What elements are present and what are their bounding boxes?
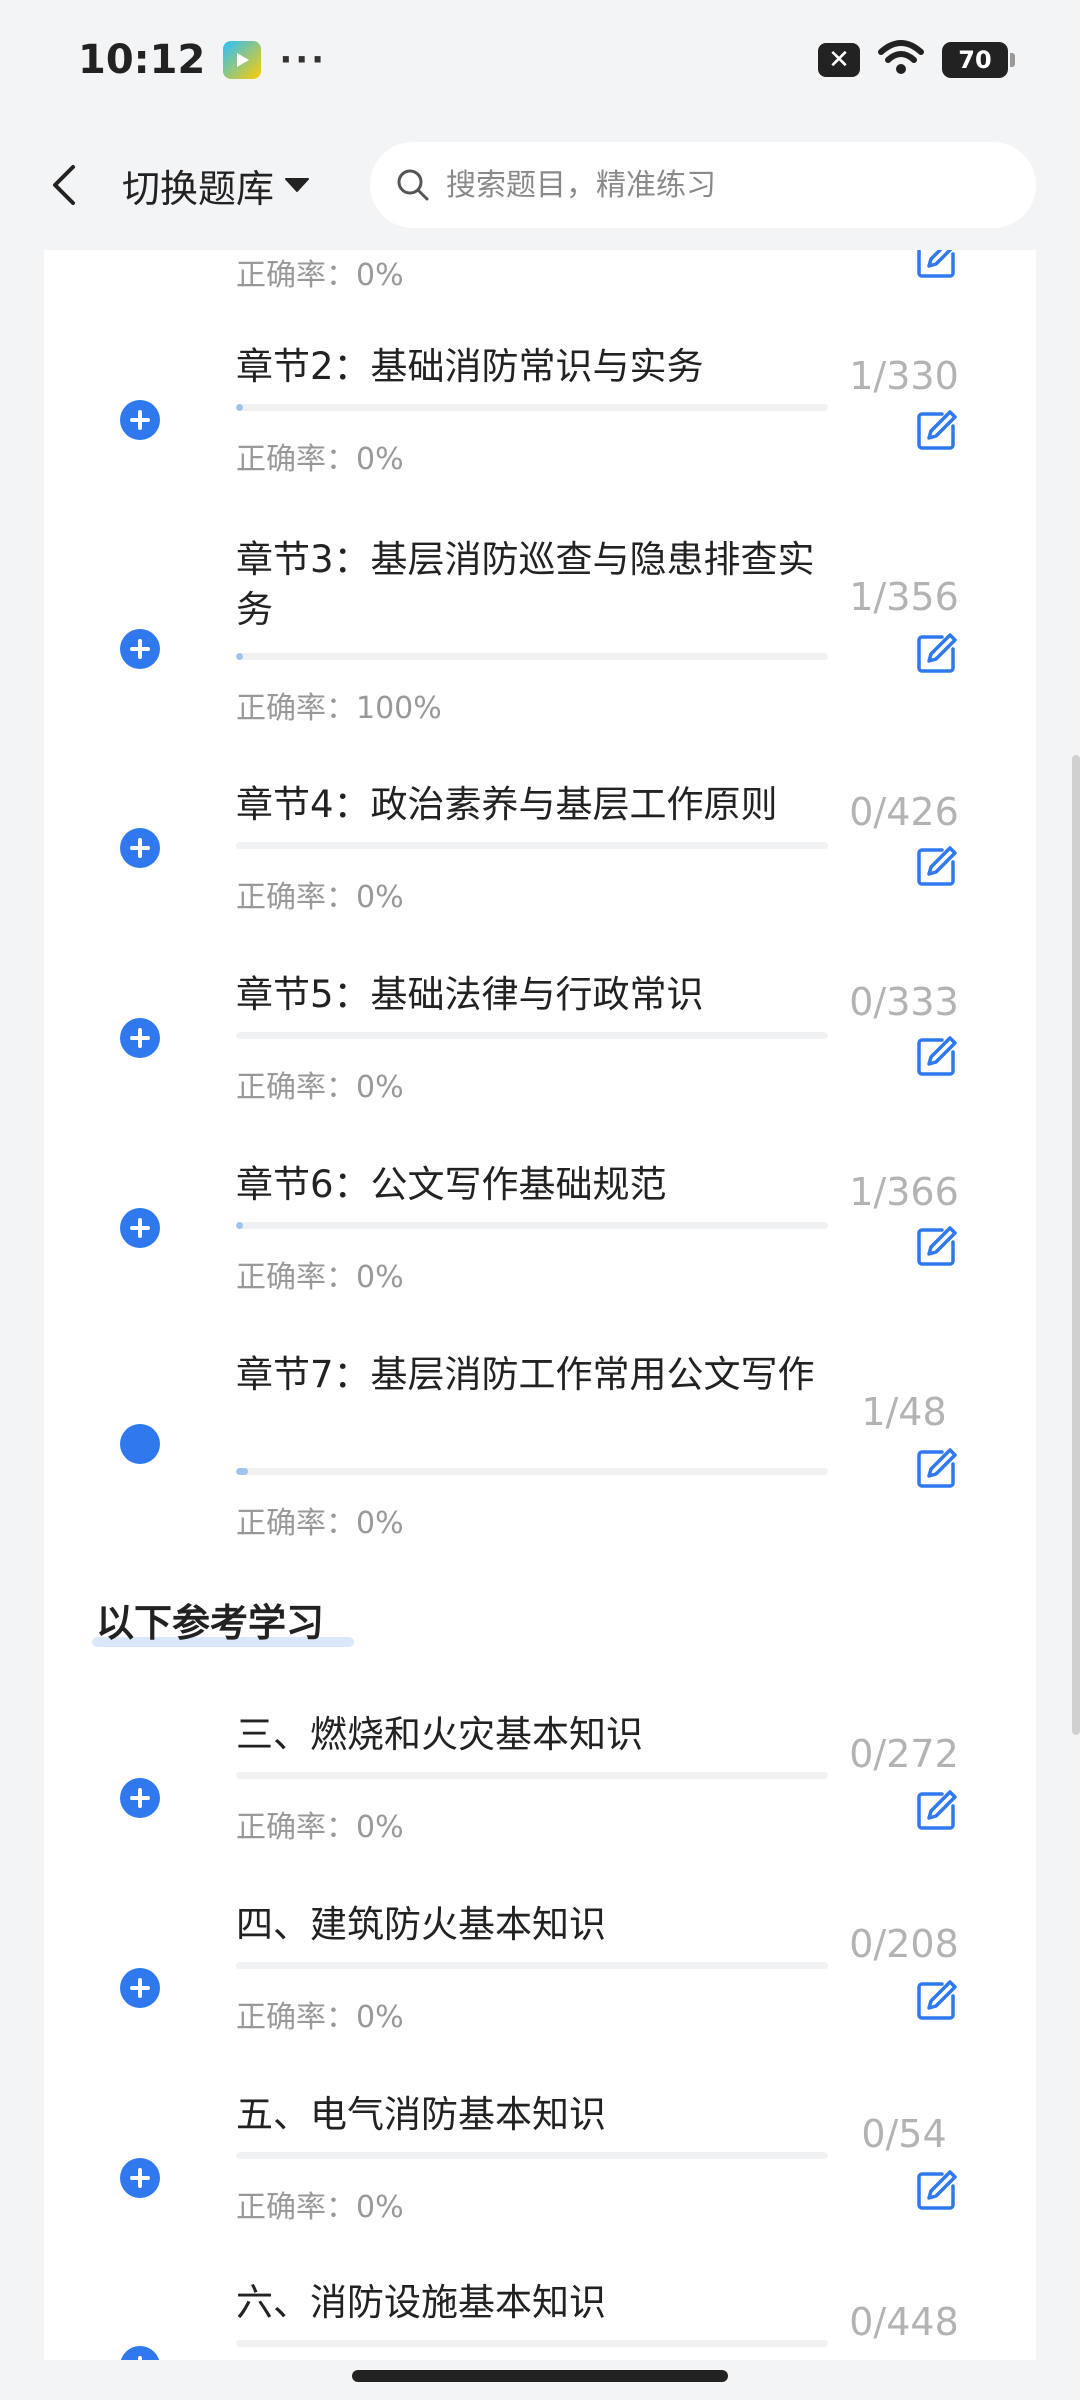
search-input[interactable] bbox=[444, 166, 1008, 204]
chapter-count: 1/48 bbox=[861, 1390, 947, 1434]
chapter-title: 章节5：基础法律与行政常识 bbox=[236, 973, 704, 1016]
more-notifications-icon: ··· bbox=[279, 40, 328, 80]
status-bar: 10:12 ··· ✕ 70 bbox=[0, 0, 1080, 120]
chapter-accuracy: 正确率：0% bbox=[236, 1506, 404, 1541]
chapter-item-7[interactable]: 章节7：基层消防工作常用公文写作 正确率：0% 1/48 bbox=[44, 1350, 1036, 1590]
chapter-item-2[interactable]: 章节2：基础消防常识与实务 正确率：0% 1/330 bbox=[44, 342, 1036, 532]
battery-icon: 70 bbox=[942, 42, 1015, 78]
chapter-accuracy: 正确率：0% bbox=[236, 258, 404, 293]
chapter-count: 0/333 bbox=[849, 980, 959, 1024]
plus-circle-icon[interactable] bbox=[120, 2158, 160, 2198]
chapter-progress-bar bbox=[236, 653, 828, 660]
reference-accuracy: 正确率：0% bbox=[236, 2190, 404, 2225]
section-title: 以下参考学习 bbox=[96, 1601, 325, 1645]
chapter-progress-fill bbox=[236, 653, 244, 660]
plus-circle-icon[interactable] bbox=[120, 2346, 160, 2360]
reference-count: 0/448 bbox=[849, 2300, 959, 2344]
no-sim-icon: ✕ bbox=[818, 43, 860, 77]
edit-icon[interactable] bbox=[914, 1224, 958, 1268]
home-indicator[interactable] bbox=[352, 2370, 728, 2382]
reference-accuracy: 正确率：0% bbox=[236, 1810, 404, 1845]
chapter-item-5[interactable]: 章节5：基础法律与行政常识 正确率：0% 0/333 bbox=[44, 970, 1036, 1160]
plus-circle-icon[interactable] bbox=[120, 400, 160, 440]
reference-item-4[interactable]: 四、建筑防火基本知识 正确率：0% 0/208 bbox=[44, 1900, 1036, 2090]
dot-circle-icon[interactable] bbox=[120, 1424, 160, 1464]
reference-item-3[interactable]: 三、燃烧和火灾基本知识 正确率：0% 0/272 bbox=[44, 1710, 1036, 1900]
chapter-count: 1/356 bbox=[849, 575, 959, 619]
chapter-title: 章节4：政治素养与基层工作原则 bbox=[236, 783, 778, 826]
chapter-item-4[interactable]: 章节4：政治素养与基层工作原则 正确率：0% 0/426 bbox=[44, 780, 1036, 970]
chapter-list-card: 正确率：0% 章节2：基础消防常识与实务 正确率：0% 1/330 章节3：基层… bbox=[44, 250, 1036, 2360]
reference-count: 0/54 bbox=[861, 2112, 947, 2156]
chapter-accuracy: 正确率：100% bbox=[236, 691, 442, 726]
edit-icon[interactable] bbox=[914, 1446, 958, 1490]
back-button[interactable] bbox=[44, 158, 84, 212]
wifi-icon bbox=[878, 40, 924, 80]
scrollbar[interactable] bbox=[1072, 755, 1080, 1735]
reference-item-5[interactable]: 五、电气消防基本知识 正确率：0% 0/54 bbox=[44, 2090, 1036, 2280]
reference-title: 四、建筑防火基本知识 bbox=[236, 1903, 606, 1946]
edit-icon[interactable] bbox=[914, 1788, 958, 1832]
caret-down-icon bbox=[285, 178, 310, 192]
plus-circle-icon[interactable] bbox=[120, 1778, 160, 1818]
edit-icon[interactable] bbox=[914, 1034, 958, 1078]
edit-icon[interactable] bbox=[914, 2168, 958, 2212]
app-header: 切换题库 bbox=[0, 120, 1080, 250]
chapter-progress-bar bbox=[236, 1468, 828, 1475]
edit-icon[interactable] bbox=[914, 250, 958, 280]
chapter-item-3[interactable]: 章节3：基层消防巡查与隐患排查实务 正确率：100% 1/356 bbox=[44, 535, 1036, 775]
chapter-count: 1/330 bbox=[849, 354, 959, 398]
reference-count: 0/208 bbox=[849, 1922, 959, 1966]
status-left: 10:12 ··· bbox=[78, 37, 327, 83]
plus-circle-icon[interactable] bbox=[120, 1018, 160, 1058]
chapter-progress-fill bbox=[236, 404, 244, 411]
chapter-title: 章节6：公文写作基础规范 bbox=[236, 1163, 667, 1206]
status-right: ✕ 70 bbox=[818, 40, 1015, 80]
reference-progress-bar bbox=[236, 2152, 828, 2159]
chapter-item-partial[interactable]: 正确率：0% bbox=[44, 250, 1036, 310]
chevron-left-icon bbox=[53, 165, 75, 205]
reference-title: 六、消防设施基本知识 bbox=[236, 2281, 606, 2324]
edit-icon[interactable] bbox=[914, 1978, 958, 2022]
chapter-progress-fill bbox=[236, 1222, 244, 1229]
plus-circle-icon[interactable] bbox=[120, 629, 160, 669]
chapter-accuracy: 正确率：0% bbox=[236, 880, 404, 915]
reference-title: 三、燃烧和火灾基本知识 bbox=[236, 1713, 643, 1756]
switch-bank-button[interactable]: 切换题库 bbox=[122, 158, 310, 212]
switch-bank-label: 切换题库 bbox=[122, 166, 275, 211]
chapter-item-6[interactable]: 章节6：公文写作基础规范 正确率：0% 1/366 bbox=[44, 1160, 1036, 1350]
reference-progress-bar bbox=[236, 1772, 828, 1779]
reference-count: 0/272 bbox=[849, 1732, 959, 1776]
plus-circle-icon[interactable] bbox=[120, 1208, 160, 1248]
reference-title: 五、电气消防基本知识 bbox=[236, 2093, 606, 2136]
reference-progress-bar bbox=[236, 1962, 828, 1969]
chapter-title: 章节2：基础消防常识与实务 bbox=[236, 345, 704, 388]
chapter-progress-bar bbox=[236, 1032, 828, 1039]
reference-progress-bar bbox=[236, 2340, 828, 2347]
chapter-accuracy: 正确率：0% bbox=[236, 442, 404, 477]
chapter-progress-bar bbox=[236, 842, 828, 849]
reference-accuracy: 正确率：0% bbox=[236, 2000, 404, 2035]
chapter-progress-bar bbox=[236, 1222, 828, 1229]
app-notification-icon bbox=[223, 41, 262, 79]
chapter-count: 0/426 bbox=[849, 790, 959, 834]
plus-circle-icon[interactable] bbox=[120, 828, 160, 868]
search-icon bbox=[397, 169, 429, 201]
edit-icon[interactable] bbox=[914, 408, 958, 452]
chapter-count: 1/366 bbox=[849, 1170, 959, 1214]
chapter-accuracy: 正确率：0% bbox=[236, 1260, 404, 1295]
edit-icon[interactable] bbox=[914, 844, 958, 888]
status-time: 10:12 bbox=[78, 37, 206, 83]
chapter-title: 章节7：基层消防工作常用公文写作 bbox=[236, 1353, 815, 1396]
chapter-progress-fill bbox=[236, 1468, 249, 1475]
chapter-title: 章节3：基层消防巡查与隐患排查实务 bbox=[236, 538, 815, 631]
reference-item-6[interactable]: 六、消防设施基本知识 0/448 bbox=[44, 2278, 1036, 2360]
chapter-accuracy: 正确率：0% bbox=[236, 1070, 404, 1105]
chapter-progress-bar bbox=[236, 404, 828, 411]
search-box[interactable] bbox=[370, 142, 1036, 228]
edit-icon[interactable] bbox=[914, 631, 958, 675]
plus-circle-icon[interactable] bbox=[120, 1968, 160, 2008]
